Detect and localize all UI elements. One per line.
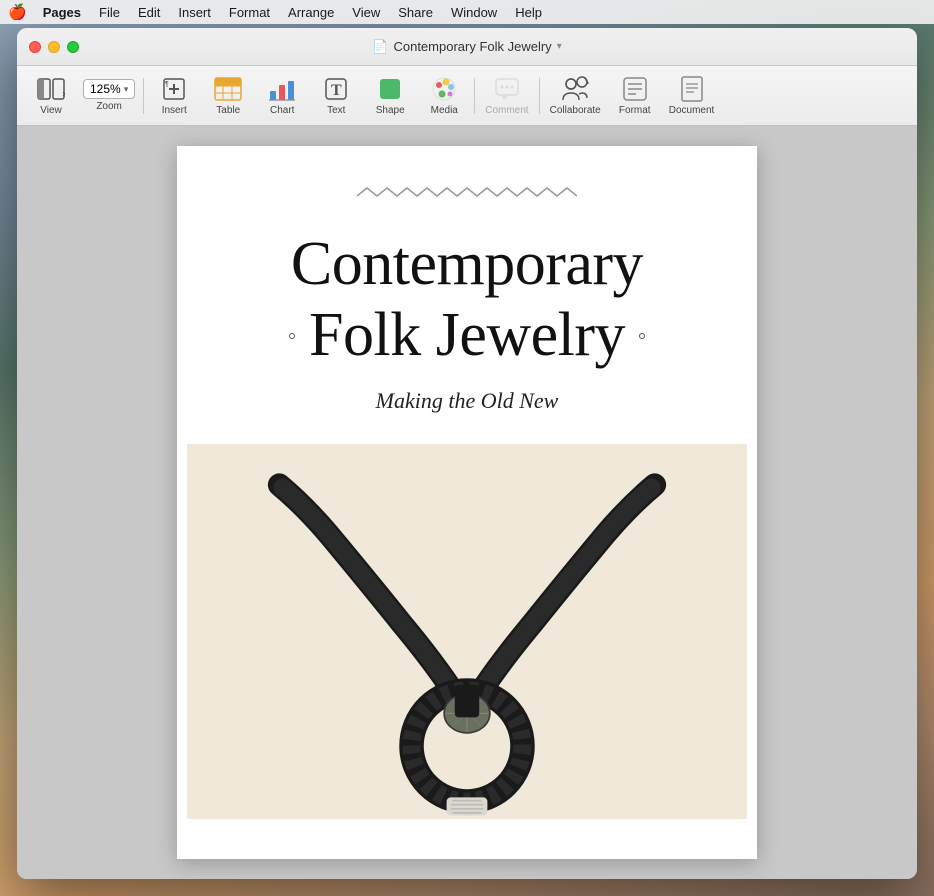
pages-window: 📄 Contemporary Folk Jewelry ▾ View 125% (17, 28, 917, 879)
shape-label: Shape (376, 105, 405, 116)
separator-2 (474, 78, 475, 114)
comment-label: Comment (485, 105, 528, 116)
menubar-arrange[interactable]: Arrange (280, 3, 342, 22)
chart-icon (268, 75, 296, 103)
menubar-edit[interactable]: Edit (130, 3, 168, 22)
separator-3 (539, 78, 540, 114)
menubar-insert[interactable]: Insert (170, 3, 219, 22)
insert-icon: ¶ (161, 75, 187, 103)
menubar-help[interactable]: Help (507, 3, 550, 22)
document-icon: 📄 (372, 39, 388, 55)
text-button[interactable]: T Text (310, 70, 362, 122)
title-line-2-text: Folk Jewelry (309, 300, 625, 371)
table-label: Table (216, 105, 240, 116)
left-dot-ornament (289, 333, 295, 339)
view-button[interactable]: View (25, 70, 77, 122)
view-label: View (40, 105, 62, 116)
traffic-lights (29, 41, 79, 53)
titlebar: 📄 Contemporary Folk Jewelry ▾ (17, 28, 917, 66)
collaborate-icon (560, 75, 590, 103)
zoom-label: Zoom (96, 101, 122, 112)
collaborate-button[interactable]: Collaborate (544, 70, 607, 122)
menubar: 🍎 Pages File Edit Insert Format Arrange … (0, 0, 934, 24)
close-button[interactable] (29, 41, 41, 53)
document-button[interactable]: Document (663, 70, 721, 122)
document-area: Contemporary Folk Jewelry Making the Old… (17, 126, 917, 879)
shape-button[interactable]: Shape (364, 70, 416, 122)
view-icon (37, 75, 65, 103)
title-line-2: Folk Jewelry (289, 300, 645, 371)
minimize-button[interactable] (48, 41, 60, 53)
necklace-image (187, 444, 747, 819)
text-icon: T (323, 75, 349, 103)
insert-button[interactable]: ¶ Insert (148, 70, 200, 122)
menubar-view[interactable]: View (344, 3, 388, 22)
format-icon (622, 75, 648, 103)
media-icon (431, 75, 457, 103)
chart-button[interactable]: Chart (256, 70, 308, 122)
insert-label: Insert (162, 105, 187, 116)
title-chevron-icon[interactable]: ▾ (557, 41, 562, 52)
zoom-value: 125% (90, 82, 121, 96)
menubar-share[interactable]: Share (390, 3, 441, 22)
table-button[interactable]: Table (202, 70, 254, 122)
chart-label: Chart (270, 105, 294, 116)
collaborate-label: Collaborate (550, 105, 601, 116)
format-button[interactable]: Format (609, 70, 661, 122)
title-line-1: Contemporary (289, 229, 645, 300)
separator-1 (143, 78, 144, 114)
svg-text:T: T (331, 82, 342, 99)
comment-button: Comment (479, 70, 534, 122)
decorative-ornament (357, 186, 577, 211)
zoom-box[interactable]: 125% ▾ (83, 79, 135, 99)
zoom-control[interactable]: 125% ▾ Zoom (79, 70, 139, 122)
document-title: Contemporary Folk Jewelry (289, 229, 645, 372)
menubar-window[interactable]: Window (443, 3, 505, 22)
media-label: Media (431, 105, 458, 116)
format-label: Format (619, 105, 651, 116)
pages-document[interactable]: Contemporary Folk Jewelry Making the Old… (177, 146, 757, 859)
text-label: Text (327, 105, 345, 116)
toolbar: View 125% ▾ Zoom ¶ Insert (17, 66, 917, 126)
window-title-text: Contemporary Folk Jewelry (393, 39, 551, 54)
svg-text:¶: ¶ (165, 81, 169, 88)
menubar-file[interactable]: File (91, 3, 128, 22)
window-title: 📄 Contemporary Folk Jewelry ▾ (372, 39, 561, 55)
fullscreen-button[interactable] (67, 41, 79, 53)
table-icon (214, 75, 242, 103)
right-dot-ornament (639, 333, 645, 339)
menubar-format[interactable]: Format (221, 3, 278, 22)
zoom-chevron-icon: ▾ (124, 84, 129, 95)
document-icon (680, 75, 704, 103)
apple-menu[interactable]: 🍎 (8, 3, 27, 21)
document-subtitle: Making the Old New (376, 388, 559, 414)
comment-icon (494, 75, 520, 103)
document-label: Document (669, 105, 715, 116)
shape-icon (377, 75, 403, 103)
menubar-pages[interactable]: Pages (35, 3, 89, 22)
media-button[interactable]: Media (418, 70, 470, 122)
